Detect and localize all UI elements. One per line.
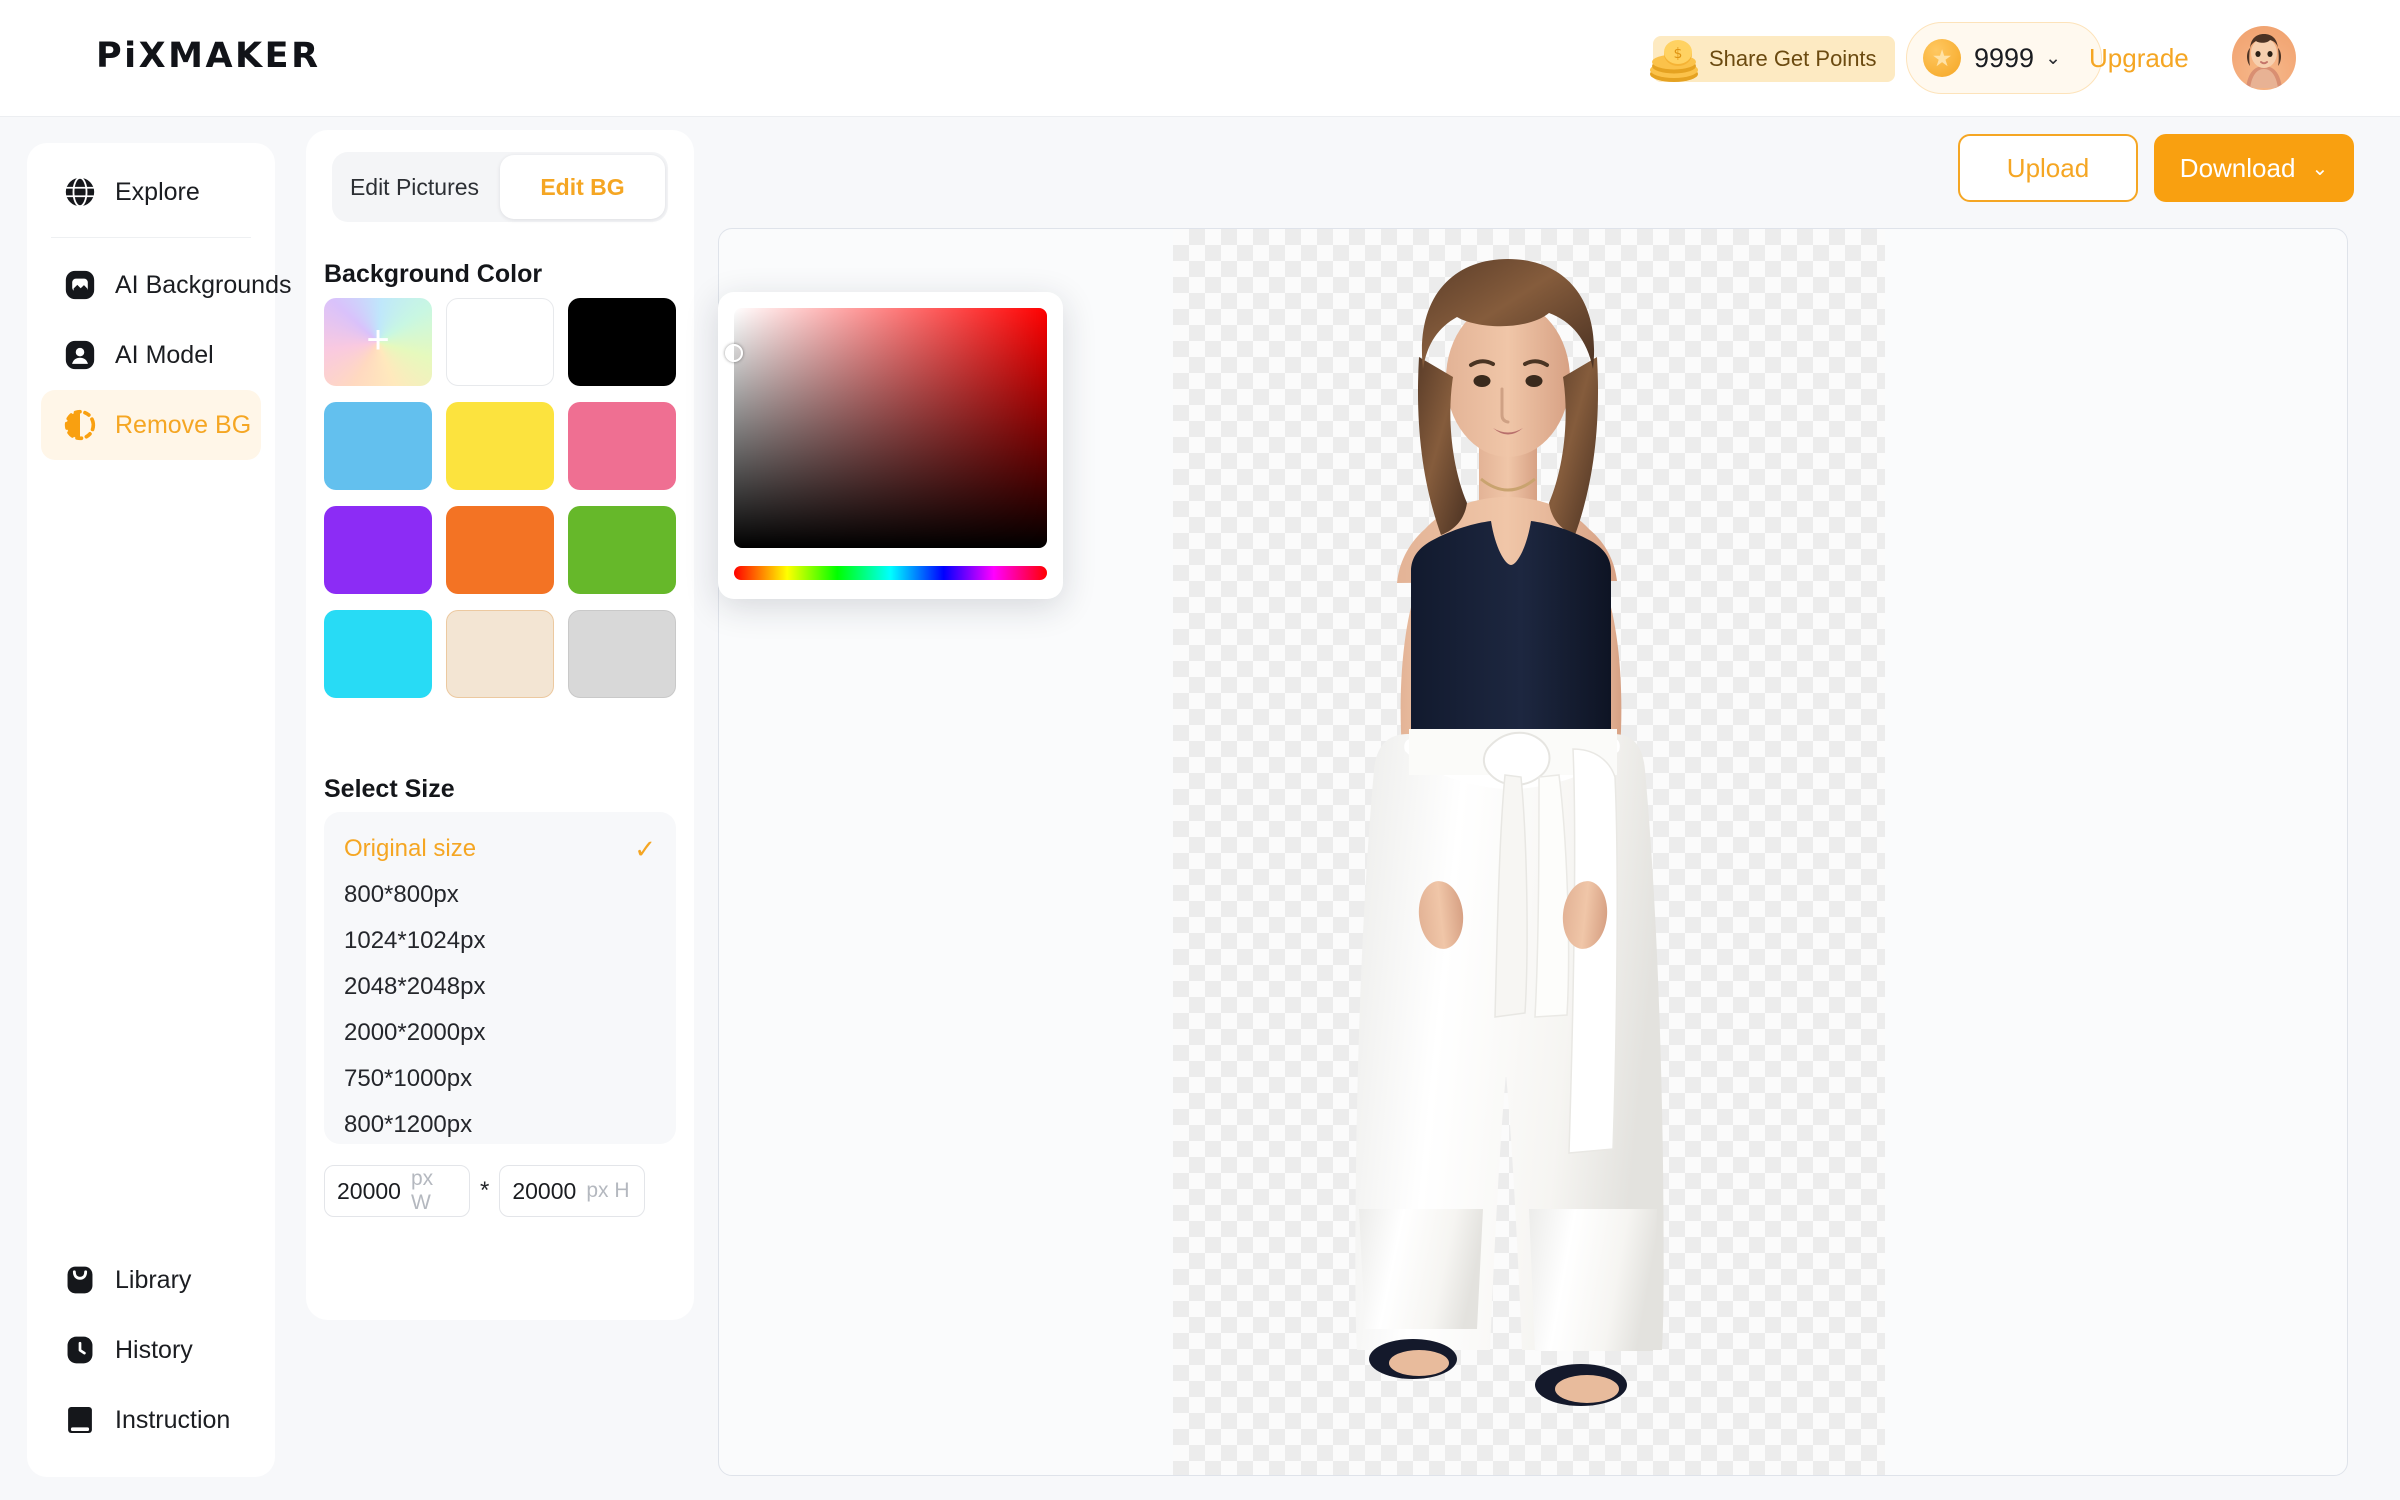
size-option-label: 2000*2000px xyxy=(344,1019,486,1046)
sidebar-item-ai-model[interactable]: AI Model xyxy=(41,320,261,390)
clock-icon xyxy=(63,1333,97,1367)
plus-icon: + xyxy=(366,318,390,362)
sidebar-item-explore[interactable]: Explore xyxy=(41,157,261,227)
coins-icon: $ xyxy=(1648,36,1710,84)
star-coin-icon: ★ xyxy=(1923,39,1961,77)
size-option-800x800[interactable]: 800*800px xyxy=(344,872,656,918)
sidebar-item-ai-backgrounds[interactable]: AI Backgrounds xyxy=(41,250,292,320)
size-option-label: 2048*2048px xyxy=(344,973,486,1000)
swatch-custom-color[interactable]: + xyxy=(324,298,432,386)
svg-text:$: $ xyxy=(1674,46,1683,62)
swatch-black[interactable] xyxy=(568,298,676,386)
size-option-label: 800*800px xyxy=(344,881,459,908)
swatch-green[interactable] xyxy=(568,506,676,594)
swatch-orange[interactable] xyxy=(446,506,554,594)
swatch-yellow[interactable] xyxy=(446,402,554,490)
sidebar-item-instruction[interactable]: Instruction xyxy=(41,1385,261,1455)
swatch-cyan[interactable] xyxy=(324,610,432,698)
share-get-points-label: Share Get Points xyxy=(1709,46,1877,71)
sidebar-item-label: History xyxy=(115,1335,193,1364)
panel-tabs: Edit Pictures Edit BG xyxy=(332,152,668,222)
sidebar-item-history[interactable]: History xyxy=(41,1315,261,1385)
size-option-label: 1024*1024px xyxy=(344,927,486,954)
check-icon: ✓ xyxy=(634,833,656,864)
swatch-light-gray[interactable] xyxy=(568,610,676,698)
custom-width-unit: px W xyxy=(410,1167,434,1214)
download-label: Download xyxy=(2179,152,2296,183)
background-color-swatches: + xyxy=(324,298,676,698)
saturation-value-area[interactable] xyxy=(725,308,1047,548)
size-option-label: 800*1200px xyxy=(344,1111,473,1138)
person-icon xyxy=(63,338,97,372)
size-option-2048x2048[interactable]: 2048*2048px xyxy=(344,964,656,1010)
share-get-points-button[interactable]: $ Share Get Points xyxy=(1650,36,1895,82)
custom-height-value: 20000 xyxy=(512,1177,577,1204)
swatch-pink[interactable] xyxy=(568,402,676,490)
tab-edit-pictures[interactable]: Edit Pictures xyxy=(332,152,497,222)
size-option-800x1200[interactable]: 800*1200px xyxy=(344,1102,656,1148)
size-option-list: Original size ✓ 800*800px 1024*1024px 20… xyxy=(324,812,676,1144)
swatch-white[interactable] xyxy=(446,298,554,386)
avatar[interactable] xyxy=(2232,26,2296,90)
custom-height-unit: px H xyxy=(586,1179,630,1202)
select-size-title: Select Size xyxy=(324,775,455,803)
size-option-original[interactable]: Original size ✓ xyxy=(344,826,656,872)
image-icon xyxy=(63,268,97,302)
subject-image xyxy=(1355,259,1664,1406)
edit-panel: Edit Pictures Edit BG Background Color +… xyxy=(306,130,694,1320)
hue-slider[interactable] xyxy=(734,566,1047,580)
credits-pill[interactable]: ★ 9999 ⌄ Upgrade xyxy=(1906,22,2189,94)
sidebar-item-remove-bg[interactable]: Remove BG xyxy=(41,390,261,460)
saturation-value-handle[interactable] xyxy=(725,344,743,362)
swatch-sky-blue[interactable] xyxy=(324,402,432,490)
sidebar-item-label: Library xyxy=(115,1265,192,1294)
size-option-label: Original size xyxy=(344,835,477,862)
background-color-title: Background Color xyxy=(324,260,543,288)
size-option-750x1000[interactable]: 750*1000px xyxy=(344,1056,656,1102)
size-option-2000x2000[interactable]: 2000*2000px xyxy=(344,1010,656,1056)
sidebar-item-label: AI Model xyxy=(115,340,214,369)
swatch-purple[interactable] xyxy=(324,506,432,594)
upgrade-link[interactable]: Upgrade xyxy=(2089,43,2189,74)
chevron-down-icon[interactable]: ⌄ xyxy=(2045,47,2061,70)
size-option-label: 750*1000px xyxy=(344,1065,473,1092)
sidebar-item-library[interactable]: Library xyxy=(41,1245,261,1315)
custom-width-input[interactable]: 20000 px W xyxy=(324,1165,470,1217)
sidebar: Explore AI Backgrounds AI Model Remove B… xyxy=(27,143,292,1477)
sidebar-item-label: Remove BG xyxy=(115,410,252,439)
sidebar-item-label: AI Backgrounds xyxy=(115,270,292,299)
chevron-down-icon: ⌄ xyxy=(2311,157,2329,180)
book-icon xyxy=(63,1403,97,1437)
size-option-1024x1024[interactable]: 1024*1024px xyxy=(344,918,656,964)
size-separator: * xyxy=(480,1177,490,1204)
sidebar-item-label: Instruction xyxy=(115,1405,231,1434)
color-picker-popup[interactable] xyxy=(718,292,1063,599)
upload-button[interactable]: Upload xyxy=(1958,134,2138,202)
custom-height-input[interactable]: 20000 px H xyxy=(499,1165,646,1217)
app-header: PiXMAKER $ Share Get Points ★ 9999 ⌄ Upg… xyxy=(0,0,2400,117)
download-button[interactable]: Download ⌄ xyxy=(2154,134,2354,202)
custom-size-row: 20000 px W * 20000 px H xyxy=(324,1165,646,1217)
credits-value: 9999 xyxy=(1974,42,2035,73)
app-logo[interactable]: PiXMAKER xyxy=(96,36,321,76)
swatch-cream[interactable] xyxy=(446,610,554,698)
globe-icon xyxy=(63,175,97,209)
remove-bg-icon xyxy=(63,408,97,442)
sidebar-divider xyxy=(51,237,251,238)
sidebar-item-label: Explore xyxy=(115,177,200,206)
transparent-artboard[interactable] xyxy=(1173,229,1885,1475)
tab-edit-bg[interactable]: Edit BG xyxy=(500,155,665,219)
custom-width-value: 20000 xyxy=(337,1177,401,1204)
library-icon xyxy=(63,1263,97,1297)
